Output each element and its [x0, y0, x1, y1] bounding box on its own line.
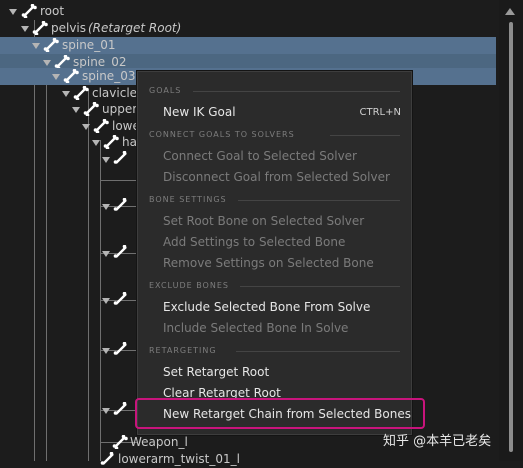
expand-arrow-icon[interactable]: [102, 251, 110, 257]
menu-item-exclude-bone[interactable]: Exclude Selected Bone From Solve: [163, 300, 370, 314]
menu-section-header: RETARGETING: [149, 346, 217, 355]
menu-divider: [236, 351, 400, 352]
menu-shortcut: CTRL+N: [359, 107, 401, 118]
watermark-text: 知乎 @本羊已老矣: [383, 434, 492, 449]
menu-divider: [330, 135, 400, 136]
bone-icon: [113, 198, 127, 211]
menu-section-header: CONNECT GOALS TO SOLVERS: [149, 130, 295, 139]
menu-section-header: BONE SETTINGS: [149, 195, 227, 204]
context-menu: GOALS New IK Goal CTRL+N CONNECT GOALS T…: [137, 71, 412, 435]
menu-item-new-ik-goal[interactable]: New IK Goal: [163, 105, 236, 119]
tree-row-selected[interactable]: spine_01: [0, 37, 496, 54]
menu-divider: [193, 91, 400, 92]
menu-section-header: GOALS: [149, 86, 182, 95]
expand-arrow-icon[interactable]: [72, 107, 80, 113]
scroll-up-arrow-icon[interactable]: [505, 8, 515, 15]
bone-icon: [113, 342, 127, 355]
expand-arrow-icon[interactable]: [82, 124, 90, 130]
expand-arrow-icon[interactable]: [52, 74, 60, 80]
bone-label: spine_03: [82, 69, 136, 83]
tree-row[interactable]: Weapon_l: [100, 434, 240, 451]
expand-arrow-icon[interactable]: [102, 157, 110, 163]
bone-label: root: [40, 4, 65, 18]
menu-item-add-settings[interactable]: Add Settings to Selected Bone: [163, 235, 345, 249]
expand-arrow-icon[interactable]: [62, 91, 70, 97]
bone-icon: [112, 435, 128, 449]
bone-icon: [113, 151, 127, 164]
bone-label: Weapon_l: [130, 435, 188, 449]
menu-item-include-bone[interactable]: Include Selected Bone In Solve: [163, 321, 348, 335]
menu-item-disconnect-goal[interactable]: Disconnect Goal from Selected Solver: [163, 170, 390, 184]
expand-arrow-icon[interactable]: [32, 43, 40, 49]
bone-icon: [54, 55, 70, 69]
bone-icon: [113, 245, 127, 258]
bone-label: spine_02: [73, 55, 127, 69]
expand-arrow-icon[interactable]: [21, 26, 29, 32]
bone-label: spine_01: [62, 38, 116, 52]
tree-row[interactable]: pelvis (Retarget Root): [0, 20, 496, 37]
menu-divider: [240, 286, 400, 287]
bone-label: pelvis: [51, 21, 87, 35]
scrollbar-thumb[interactable]: [509, 22, 513, 452]
menu-section-header: EXCLUDE BONES: [149, 281, 229, 290]
tree-row[interactable]: root: [0, 3, 496, 20]
tree-guide-line: [100, 180, 137, 181]
expand-arrow-icon[interactable]: [102, 204, 110, 210]
menu-item-remove-settings[interactable]: Remove Settings on Selected Bone: [163, 256, 374, 270]
bone-icon: [21, 4, 37, 18]
expand-arrow-icon[interactable]: [102, 348, 110, 354]
bone-icon: [43, 38, 59, 52]
menu-item-set-root-bone[interactable]: Set Root Bone on Selected Solver: [163, 214, 364, 228]
expand-arrow-icon[interactable]: [102, 298, 110, 304]
bone-icon: [113, 402, 127, 415]
bone-icon: [113, 292, 127, 305]
bone-icon: [63, 69, 79, 83]
bone-icon: [103, 135, 119, 149]
bone-icon: [73, 86, 89, 100]
menu-divider: [238, 200, 400, 201]
bone-icon: [32, 21, 48, 35]
menu-item-connect-goal[interactable]: Connect Goal to Selected Solver: [163, 149, 357, 163]
bone-icon: [100, 452, 114, 465]
bone-label: lowerarm_twist_01_l: [118, 452, 240, 466]
tree-row[interactable]: lowerarm_twist_01_l: [90, 451, 290, 468]
retarget-root-tag: (Retarget Root): [88, 21, 182, 35]
bone-icon: [93, 119, 109, 133]
annotation-highlight-box: [135, 398, 425, 429]
menu-item-set-retarget-root[interactable]: Set Retarget Root: [163, 365, 269, 379]
expand-arrow-icon[interactable]: [9, 9, 17, 15]
expand-arrow-icon[interactable]: [92, 140, 100, 146]
expand-arrow-icon[interactable]: [43, 60, 51, 66]
bone-icon: [83, 102, 99, 116]
expand-arrow-icon[interactable]: [102, 408, 110, 414]
